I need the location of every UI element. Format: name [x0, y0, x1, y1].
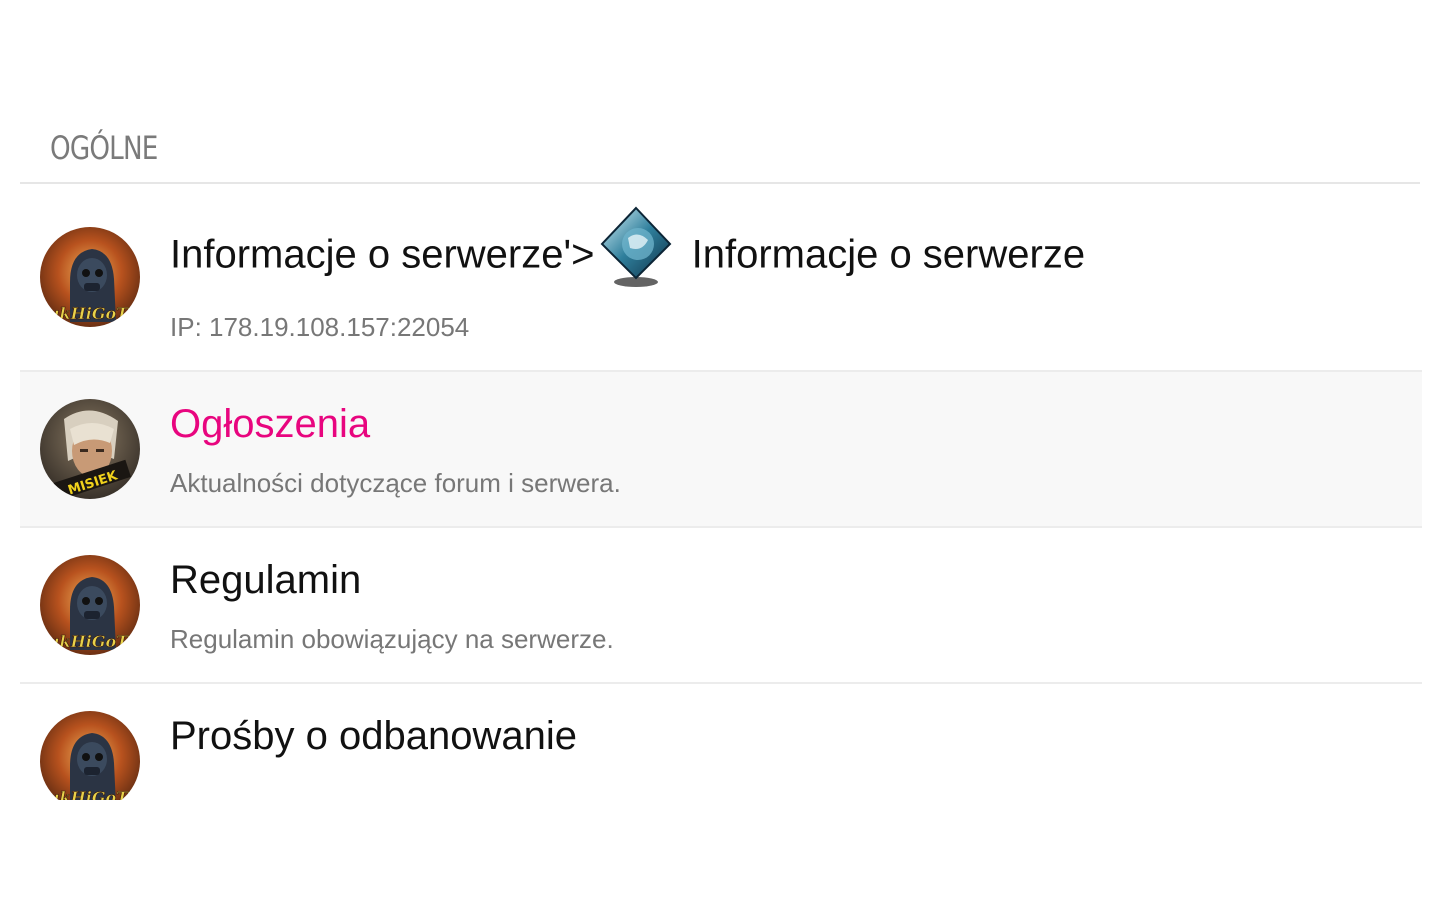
forum-category: OGÓLNE ukHiGoT Informacje o serwerze'> I… — [20, 0, 1422, 900]
soldier-avatar-icon[interactable]: ukHiGoT — [40, 555, 140, 655]
svg-text:ukHiGoT: ukHiGoT — [48, 632, 129, 651]
forum-title-rules[interactable]: Regulamin — [170, 556, 361, 604]
forum-description: Aktualności dotyczące forum i serwera. — [170, 468, 621, 498]
forum-description: Regulamin obowiązujący na serwerze. — [170, 624, 614, 654]
forum-title-part1[interactable]: Informacje o serwerze'> — [170, 233, 594, 277]
category-title[interactable]: OGÓLNE — [50, 128, 158, 168]
forum-row-announcements[interactable]: MISIEK Ogłoszenia Aktualności dotyczące … — [20, 372, 1422, 528]
forum-title-announcements[interactable]: Ogłoszenia — [170, 400, 370, 448]
soldier-avatar-icon[interactable]: ukHiGoT — [40, 227, 140, 327]
forum-title-part2[interactable]: Informacje o serwerze — [680, 233, 1085, 277]
diamond-emblem-icon — [598, 204, 674, 290]
svg-text:ukHiGoT: ukHiGoT — [48, 304, 129, 323]
forum-title-server-info[interactable]: Informacje o serwerze'> Informacje o ser… — [170, 206, 1085, 290]
viewport-clip — [0, 800, 1440, 900]
forum-row-server-info[interactable]: ukHiGoT Informacje o serwerze'> Informac… — [20, 184, 1422, 372]
forum-description: IP: 178.19.108.157:22054 — [170, 312, 470, 342]
misiek-avatar-icon[interactable]: MISIEK — [40, 399, 140, 499]
category-header: OGÓLNE — [20, 112, 1420, 184]
forum-title-unban-requests[interactable]: Prośby o odbanowanie — [170, 712, 577, 760]
forum-row-rules[interactable]: ukHiGoT Regulamin Regulamin obowiązujący… — [20, 528, 1422, 684]
soldier-avatar-icon[interactable]: ukHiGoT — [40, 711, 140, 811]
